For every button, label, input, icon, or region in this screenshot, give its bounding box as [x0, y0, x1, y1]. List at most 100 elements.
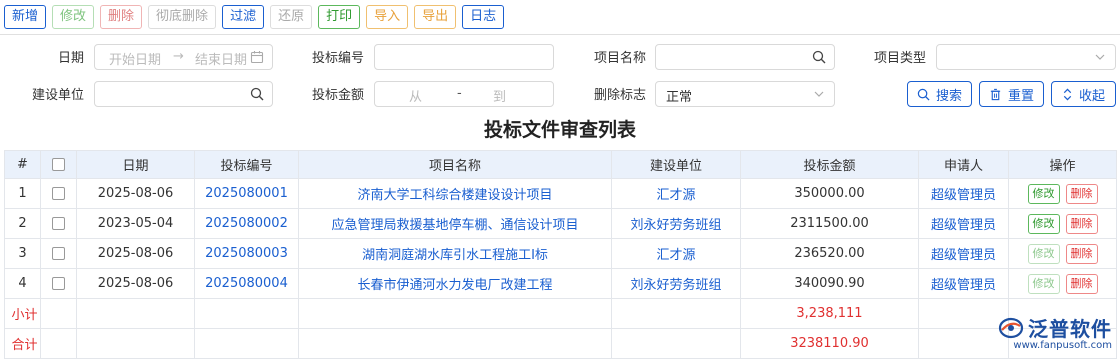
project-name-label: 项目名称: [593, 51, 646, 66]
subtotal-amount: 3,238,111: [740, 298, 919, 329]
table-row[interactable]: 2 2023-05-04 2025080002 应急管理局救援基地停车棚、通信设…: [4, 208, 1117, 239]
row-bid-no[interactable]: 2025080001: [194, 178, 299, 209]
row-applicant[interactable]: 超级管理员: [918, 238, 1009, 269]
row-bid-no[interactable]: 2025080004: [194, 268, 299, 299]
col-date-header[interactable]: 日期: [76, 150, 195, 179]
row-delete-button[interactable]: 删除: [1065, 243, 1098, 264]
restore-button[interactable]: 还原: [270, 5, 313, 29]
table-header: # 日期 投标编号 项目名称 建设单位 投标金额 申请人 操作: [4, 150, 1117, 179]
row-checkbox[interactable]: [52, 247, 65, 260]
filter-button[interactable]: 过滤: [222, 5, 265, 29]
row-delete-button[interactable]: 删除: [1065, 213, 1098, 234]
reset-button[interactable]: 重置: [979, 81, 1044, 107]
amount-label: 投标金额: [311, 88, 364, 103]
col-bid-no-header[interactable]: 投标编号: [194, 150, 299, 179]
empty-cell: [76, 298, 195, 329]
empty-cell: [918, 328, 1009, 359]
delete-button[interactable]: 删除: [100, 5, 143, 29]
unit-label: 建设单位: [31, 88, 84, 103]
row-edit-button[interactable]: 修改: [1027, 183, 1060, 204]
project-name-text-input[interactable]: [656, 45, 834, 69]
row-project-name[interactable]: 应急管理局救援基地停车棚、通信设计项目: [298, 208, 612, 239]
collapse-button[interactable]: 收起: [1051, 81, 1116, 107]
row-actions: 修改 删除: [1008, 268, 1117, 299]
empty-cell: [76, 328, 195, 359]
table-row[interactable]: 4 2025-08-06 2025080004 长春市伊通河水力发电厂改建工程 …: [4, 268, 1117, 299]
empty-cell: [40, 298, 77, 329]
row-delete-button[interactable]: 删除: [1065, 273, 1098, 294]
row-amount: 236520.00: [740, 238, 919, 269]
date-range-input[interactable]: 开始日期 → 结束日期: [94, 44, 273, 70]
row-project-name[interactable]: 湖南洞庭湖水库引水工程施工I标: [298, 238, 612, 269]
chevron-down-icon: [1095, 54, 1105, 60]
row-unit[interactable]: 刘永好劳务班组: [611, 268, 741, 299]
unit-input[interactable]: [94, 81, 273, 107]
reset-button-label: 重置: [1007, 88, 1034, 104]
project-name-input[interactable]: [655, 44, 835, 70]
row-amount: 350000.00: [740, 178, 919, 209]
page-title: 投标文件审查列表: [483, 119, 636, 141]
empty-cell: [40, 328, 77, 359]
select-all-checkbox[interactable]: [52, 158, 65, 171]
row-applicant[interactable]: 超级管理员: [918, 178, 1009, 209]
col-unit-header[interactable]: 建设单位: [611, 150, 741, 179]
row-date: 2025-08-06: [76, 268, 195, 299]
logo-mark-icon: [998, 317, 1024, 338]
row-edit-button[interactable]: 修改: [1027, 273, 1060, 294]
project-type-select[interactable]: [936, 44, 1116, 70]
import-button[interactable]: 导入: [366, 5, 409, 29]
row-unit[interactable]: 汇才源: [611, 178, 741, 209]
row-checkbox-cell[interactable]: [40, 208, 77, 239]
export-button[interactable]: 导出: [414, 5, 457, 29]
col-project-name-header[interactable]: 项目名称: [298, 150, 612, 179]
row-applicant[interactable]: 超级管理员: [918, 208, 1009, 239]
row-bid-no[interactable]: 2025080002: [194, 208, 299, 239]
row-applicant[interactable]: 超级管理员: [918, 268, 1009, 299]
col-select-header[interactable]: [40, 150, 77, 179]
col-amount-header[interactable]: 投标金额: [740, 150, 919, 179]
row-edit-button[interactable]: 修改: [1027, 213, 1060, 234]
search-icon[interactable]: [250, 87, 264, 101]
row-actions: 修改 删除: [1008, 238, 1117, 269]
purge-button[interactable]: 彻底删除: [148, 5, 217, 29]
trash-icon: [990, 88, 1001, 100]
row-bid-no[interactable]: 2025080003: [194, 238, 299, 269]
row-checkbox-cell[interactable]: [40, 268, 77, 299]
empty-cell: [194, 298, 299, 329]
row-index: 1: [4, 178, 41, 209]
edit-button[interactable]: 修改: [52, 5, 95, 29]
total-label: 合计: [4, 328, 41, 359]
add-button[interactable]: 新增: [4, 5, 47, 29]
bid-no-text-input[interactable]: [375, 45, 553, 69]
row-unit[interactable]: 汇才源: [611, 238, 741, 269]
search-button[interactable]: 搜索: [907, 81, 972, 107]
delete-flag-select[interactable]: 正常: [655, 81, 835, 107]
row-checkbox[interactable]: [52, 217, 65, 230]
row-checkbox[interactable]: [52, 277, 65, 290]
print-button[interactable]: 打印: [318, 5, 361, 29]
row-project-name[interactable]: 长春市伊通河水力发电厂改建工程: [298, 268, 612, 299]
col-applicant-header[interactable]: 申请人: [918, 150, 1009, 179]
row-edit-button[interactable]: 修改: [1027, 243, 1060, 264]
unit-text-input[interactable]: [95, 82, 272, 106]
row-unit[interactable]: 刘永好劳务班组: [611, 208, 741, 239]
table-row[interactable]: 3 2025-08-06 2025080003 湖南洞庭湖水库引水工程施工I标 …: [4, 238, 1117, 269]
amount-range-input[interactable]: 从 - 到: [374, 81, 554, 107]
row-index: 2: [4, 208, 41, 239]
table-row[interactable]: 1 2025-08-06 2025080001 济南大学工科综合楼建设设计项目 …: [4, 178, 1117, 209]
search-icon: [917, 88, 930, 101]
empty-cell: [298, 298, 612, 329]
delete-flag-value: 正常: [666, 90, 693, 105]
row-amount: 2311500.00: [740, 208, 919, 239]
delete-flag-label: 删除标志: [593, 88, 646, 103]
log-button[interactable]: 日志: [462, 5, 505, 29]
toolbar: 新增 修改 删除 彻底删除 过滤 还原 打印 导入 导出 日志: [4, 5, 505, 29]
row-project-name[interactable]: 济南大学工科综合楼建设设计项目: [298, 178, 612, 209]
row-checkbox-cell[interactable]: [40, 178, 77, 209]
row-checkbox-cell[interactable]: [40, 238, 77, 269]
row-delete-button[interactable]: 删除: [1065, 183, 1098, 204]
row-checkbox[interactable]: [52, 187, 65, 200]
bid-no-input[interactable]: [374, 44, 554, 70]
search-icon[interactable]: [812, 50, 826, 64]
row-actions: 修改 删除: [1008, 208, 1117, 239]
